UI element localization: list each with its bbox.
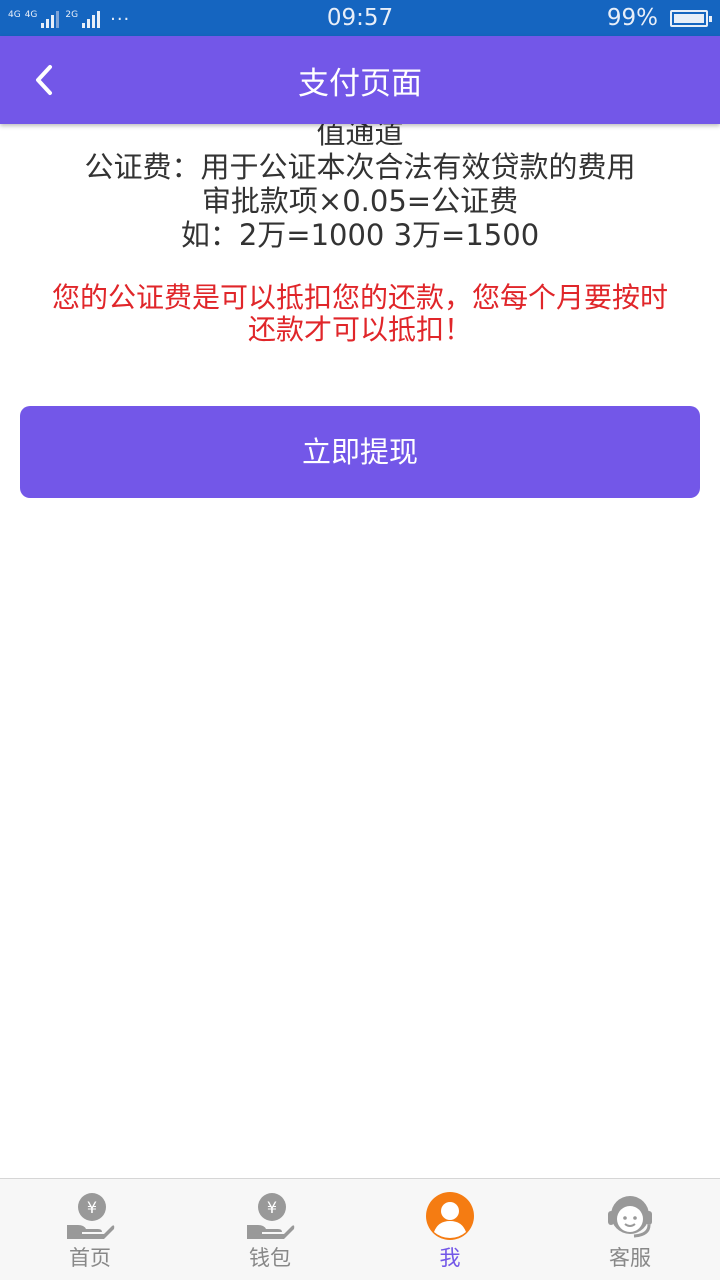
page-title: 支付页面 <box>298 66 422 102</box>
nav-item-customer-service[interactable]: 客服 <box>540 1179 720 1280</box>
clipped-text-line: 值通道 <box>316 124 404 150</box>
fee-info: 值通道 公证费：用于公证本次合法有效贷款的费用 审批款项×0.05=公证费 如：… <box>0 124 720 252</box>
battery-icon <box>670 10 712 27</box>
withdraw-button[interactable]: 立即提现 <box>20 406 700 498</box>
user-avatar-icon <box>426 1192 474 1240</box>
nav-item-me[interactable]: 我 <box>360 1179 540 1280</box>
hand-yen-icon: ¥ <box>247 1193 295 1239</box>
nav-label-me: 我 <box>439 1246 461 1270</box>
fee-example: 如：2万=1000 3万=1500 <box>180 218 540 252</box>
fee-formula: 审批款项×0.05=公证费 <box>201 184 519 218</box>
warning-notice: 您的公证费是可以抵扣您的还款，您每个月要按时 还款才可以抵扣！ <box>0 282 720 346</box>
svg-text:¥: ¥ <box>87 1198 97 1217</box>
main-content: 值通道 公证费：用于公证本次合法有效贷款的费用 审批款项×0.05=公证费 如：… <box>0 124 720 346</box>
warning-line-1: 您的公证费是可以抵扣您的还款，您每个月要按时 <box>51 281 668 314</box>
headset-icon <box>608 1196 652 1238</box>
bottom-navigation: ¥ 首页 ¥ 钱包 我 客服 <box>0 1178 720 1280</box>
hand-yen-icon: ¥ <box>67 1193 115 1239</box>
svg-text:¥: ¥ <box>267 1198 277 1217</box>
fee-description: 公证费：用于公证本次合法有效贷款的费用 <box>84 150 636 184</box>
nav-label-customer-service: 客服 <box>609 1246 651 1270</box>
status-bar: 4G 4G 2G ··· 09:57 99% <box>0 0 720 36</box>
warning-line-2: 还款才可以抵扣！ <box>247 313 472 346</box>
nav-label-wallet: 钱包 <box>249 1246 291 1270</box>
nav-item-wallet[interactable]: ¥ 钱包 <box>180 1179 360 1280</box>
nav-item-home[interactable]: ¥ 首页 <box>0 1179 180 1280</box>
nav-label-home: 首页 <box>69 1246 111 1270</box>
app-header: 支付页面 <box>0 36 720 124</box>
battery-percent: 99% <box>606 5 658 31</box>
